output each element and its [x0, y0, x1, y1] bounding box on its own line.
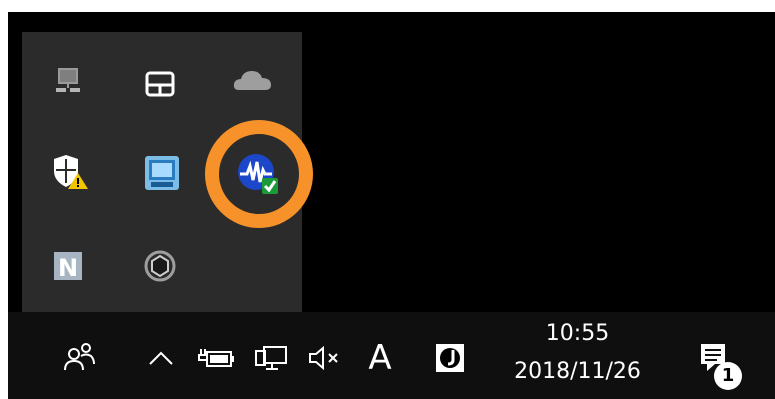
taskbar-clock[interactable]: 10:55 2018/11/26 [495, 315, 660, 395]
highlighted-waveform-check-icon[interactable] [230, 146, 286, 202]
intel-graphics-icon[interactable] [134, 145, 190, 201]
touchpad-icon[interactable] [132, 56, 188, 112]
onedrive-cloud-icon[interactable] [225, 52, 281, 108]
hex-circle-app-icon[interactable] [132, 238, 188, 294]
show-hidden-icons-chevron-icon[interactable] [143, 340, 179, 376]
notification-count-badge: 1 [714, 362, 742, 390]
windows-security-warning-icon[interactable] [40, 143, 96, 199]
svg-text:N: N [58, 254, 78, 282]
battery-icon[interactable] [196, 340, 238, 376]
ime-mode-icon[interactable]: A [363, 336, 397, 380]
network-computer-icon[interactable] [40, 52, 96, 108]
ime-mode-label: A [368, 338, 392, 378]
clock-date: 2018/11/26 [514, 359, 641, 384]
people-icon[interactable] [58, 337, 102, 377]
network-icon[interactable] [250, 340, 292, 376]
n-app-icon[interactable]: N [40, 238, 96, 294]
volume-muted-icon[interactable] [306, 340, 346, 376]
clock-time: 10:55 [545, 321, 610, 346]
j-app-icon[interactable] [430, 340, 470, 376]
